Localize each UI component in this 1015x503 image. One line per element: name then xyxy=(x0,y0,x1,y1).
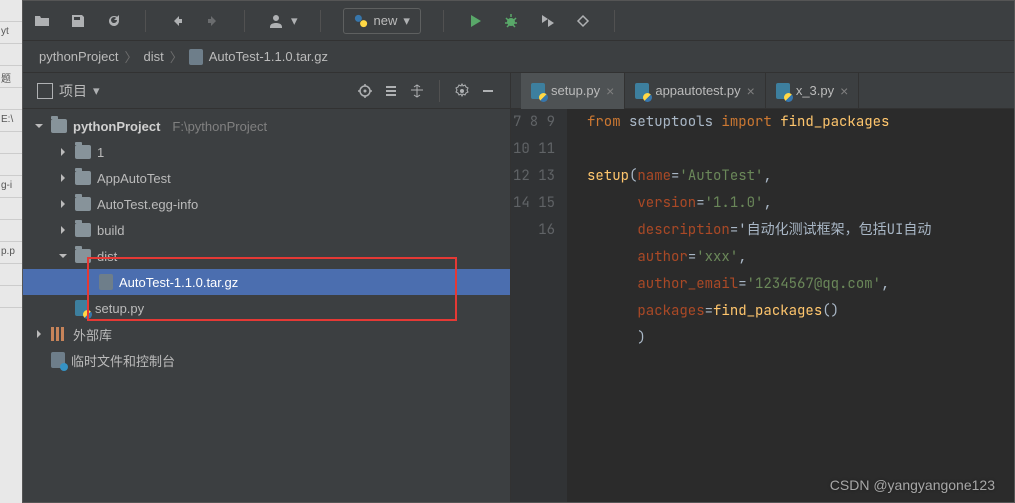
expand-all-icon[interactable] xyxy=(383,83,399,99)
chevron-down-icon[interactable] xyxy=(57,250,69,262)
line-gutter: 7 8 9 10 11 12 13 14 15 16 xyxy=(511,109,567,502)
toolbar-separator xyxy=(320,10,321,32)
python-file-icon xyxy=(531,83,545,99)
chevron-right-icon: 〉 xyxy=(125,47,138,66)
editor-tab[interactable]: appautotest.py × xyxy=(625,73,765,109)
editor-tab[interactable]: x_3.py × xyxy=(766,73,860,109)
scratch-icon xyxy=(51,352,65,368)
back-icon[interactable] xyxy=(168,12,186,30)
tree-folder[interactable]: 1 xyxy=(23,139,510,165)
tree-root-path: F:\pythonProject xyxy=(172,119,267,134)
chevron-right-icon: 〉 xyxy=(170,47,183,66)
archive-file-icon xyxy=(189,49,203,65)
workspace-body: 项目 ▾ pythonProject F:\pythonProject xyxy=(23,73,1014,502)
breadcrumb-item[interactable]: AutoTest-1.1.0.tar.gz xyxy=(209,49,328,64)
more-run-icon[interactable] xyxy=(538,12,556,30)
project-panel-title: 项目 xyxy=(59,81,87,101)
toolbar-separator xyxy=(614,10,615,32)
tree-label: AutoTest-1.1.0.tar.gz xyxy=(119,275,238,290)
forward-icon[interactable] xyxy=(204,12,222,30)
folder-icon xyxy=(75,171,91,185)
run-config-selector[interactable]: new ▾ xyxy=(343,8,421,34)
folder-icon xyxy=(51,119,67,133)
code-editor[interactable]: 7 8 9 10 11 12 13 14 15 16 from setuptoo… xyxy=(511,109,1014,502)
code-content[interactable]: from setuptools import find_packages set… xyxy=(567,109,1014,502)
project-view-icon xyxy=(37,83,53,99)
locate-icon[interactable] xyxy=(357,83,373,99)
chevron-down-icon[interactable] xyxy=(33,120,45,132)
tree-folder[interactable]: build xyxy=(23,217,510,243)
toolbar-separator xyxy=(145,10,146,32)
tree-folder[interactable]: AppAutoTest xyxy=(23,165,510,191)
tree-file-selected[interactable]: AutoTest-1.1.0.tar.gz xyxy=(23,269,510,295)
editor-area: setup.py × appautotest.py × x_3.py × 7 8… xyxy=(511,73,1014,502)
editor-tab-bar: setup.py × appautotest.py × x_3.py × xyxy=(511,73,1014,109)
tree-label: 外部库 xyxy=(73,325,112,344)
tree-root-label: pythonProject xyxy=(73,119,160,134)
chevron-right-icon[interactable] xyxy=(33,328,45,340)
open-icon[interactable] xyxy=(33,12,51,30)
minimize-icon[interactable] xyxy=(480,83,496,99)
debug-icon[interactable] xyxy=(502,12,520,30)
tree-label: dist xyxy=(97,249,117,264)
close-icon[interactable]: × xyxy=(747,83,755,99)
breadcrumb-item[interactable]: dist xyxy=(144,49,164,64)
library-icon xyxy=(51,327,67,341)
save-icon[interactable] xyxy=(69,12,87,30)
run-config-label: new xyxy=(374,13,398,28)
project-view-selector[interactable]: 项目 ▾ xyxy=(37,81,100,101)
tree-file-setup[interactable]: setup.py xyxy=(23,295,510,321)
breadcrumb-item[interactable]: pythonProject xyxy=(39,49,119,64)
close-icon[interactable]: × xyxy=(840,83,848,99)
python-file-icon xyxy=(635,83,649,99)
collapse-all-icon[interactable] xyxy=(409,83,425,99)
main-toolbar: ▾ new ▾ xyxy=(23,1,1014,41)
archive-file-icon xyxy=(99,274,113,290)
close-icon[interactable]: × xyxy=(606,83,614,99)
tree-label: setup.py xyxy=(95,301,144,316)
left-cutoff-strip: yt题E:\g-ip.p xyxy=(0,0,22,503)
chevron-right-icon[interactable] xyxy=(57,172,69,184)
tab-label: setup.py xyxy=(551,83,600,98)
folder-icon xyxy=(75,249,91,263)
toolbar-separator xyxy=(439,80,440,102)
tree-scratches[interactable]: 临时文件和控制台 xyxy=(23,347,510,373)
tree-label: build xyxy=(97,223,124,238)
python-file-icon xyxy=(75,300,89,316)
python-icon xyxy=(354,14,368,28)
editor-tab[interactable]: setup.py × xyxy=(521,73,625,109)
tree-folder-dist[interactable]: dist xyxy=(23,243,510,269)
tree-folder[interactable]: AutoTest.egg-info xyxy=(23,191,510,217)
project-tool-window: 项目 ▾ pythonProject F:\pythonProject xyxy=(23,73,511,502)
tree-label: 临时文件和控制台 xyxy=(71,351,175,370)
tab-label: appautotest.py xyxy=(655,83,740,98)
watermark: CSDN @yangyangone123 xyxy=(830,477,995,493)
project-tree[interactable]: pythonProject F:\pythonProject 1 AppAuto… xyxy=(23,109,510,502)
tree-external-libs[interactable]: 外部库 xyxy=(23,321,510,347)
tree-label: AppAutoTest xyxy=(97,171,171,186)
attach-icon[interactable] xyxy=(574,12,592,30)
toolbar-separator xyxy=(244,10,245,32)
folder-icon xyxy=(75,145,91,159)
user-icon[interactable] xyxy=(267,12,285,30)
toolbar-separator xyxy=(443,10,444,32)
reload-icon[interactable] xyxy=(105,12,123,30)
project-panel-header: 项目 ▾ xyxy=(23,73,510,109)
main-window: ▾ new ▾ pythonProject 〉 dist 〉 AutoTest-… xyxy=(22,0,1015,503)
tree-root[interactable]: pythonProject F:\pythonProject xyxy=(23,113,510,139)
tab-label: x_3.py xyxy=(796,83,834,98)
chevron-right-icon[interactable] xyxy=(57,224,69,236)
folder-icon xyxy=(75,223,91,237)
chevron-right-icon[interactable] xyxy=(57,146,69,158)
gear-icon[interactable] xyxy=(454,83,470,99)
chevron-right-icon[interactable] xyxy=(57,198,69,210)
run-icon[interactable] xyxy=(466,12,484,30)
python-file-icon xyxy=(776,83,790,99)
tree-label: 1 xyxy=(97,145,104,160)
folder-icon xyxy=(75,197,91,211)
breadcrumb: pythonProject 〉 dist 〉 AutoTest-1.1.0.ta… xyxy=(23,41,1014,73)
tree-label: AutoTest.egg-info xyxy=(97,197,198,212)
